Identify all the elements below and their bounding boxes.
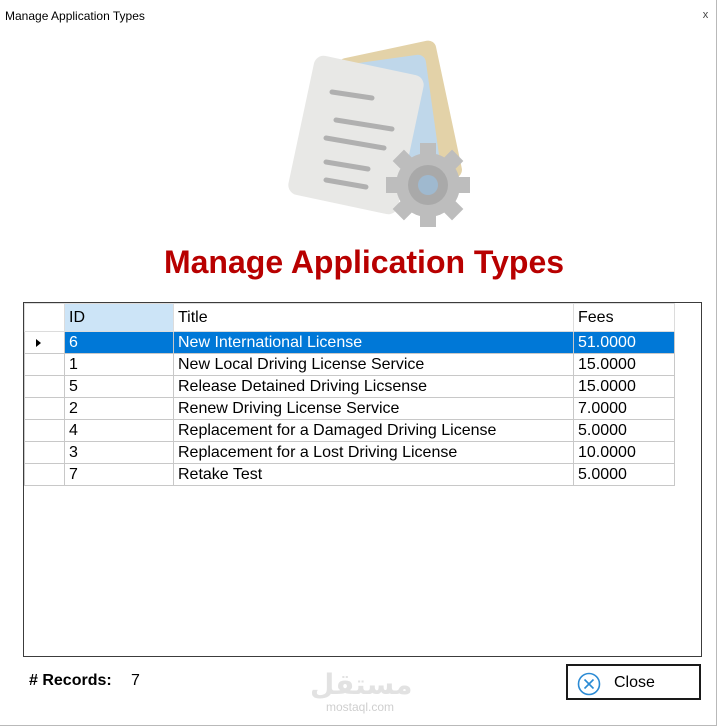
column-header-fees[interactable]: Fees [573, 303, 675, 332]
row-header[interactable] [24, 419, 65, 442]
row-header[interactable] [24, 331, 65, 354]
document-settings-icon [288, 40, 470, 227]
cell-id[interactable]: 6 [64, 331, 174, 354]
cell-fees[interactable]: 5.0000 [573, 463, 675, 486]
column-header-title[interactable]: Title [173, 303, 574, 332]
watermark-latin-text: mostaql.com [325, 700, 395, 714]
table-row[interactable]: 6 New International License 51.0000 [24, 331, 675, 354]
cell-title[interactable]: Replacement for a Damaged Driving Licens… [173, 419, 574, 442]
table-row[interactable]: 3 Replacement for a Lost Driving License… [24, 441, 675, 464]
row-header-corner [24, 303, 65, 332]
row-header[interactable] [24, 397, 65, 420]
column-header-id[interactable]: ID [64, 303, 174, 332]
manage-application-types-window: Manage Application Types x Manage Applic… [0, 0, 717, 726]
cell-fees[interactable]: 5.0000 [573, 419, 675, 442]
cell-title[interactable]: New International License [173, 331, 574, 354]
cell-fees[interactable]: 15.0000 [573, 375, 675, 398]
cell-title[interactable]: Release Detained Driving Licsense [173, 375, 574, 398]
table-row[interactable]: 1 New Local Driving License Service 15.0… [24, 353, 675, 376]
close-circle-icon [577, 672, 601, 696]
page-title: Manage Application Types [163, 244, 565, 280]
cell-fees[interactable]: 7.0000 [573, 397, 675, 420]
close-button-label: Close [614, 674, 655, 691]
records-count: 7 [131, 672, 140, 689]
window-title: Manage Application Types [5, 9, 145, 23]
cell-id[interactable]: 4 [64, 419, 174, 442]
table-row[interactable]: 7 Retake Test 5.0000 [24, 463, 675, 486]
row-header[interactable] [24, 463, 65, 486]
row-header[interactable] [24, 353, 65, 376]
table-row[interactable]: 2 Renew Driving License Service 7.0000 [24, 397, 675, 420]
cell-title[interactable]: Renew Driving License Service [173, 397, 574, 420]
watermark: مستقل mostaql.com [310, 668, 413, 716]
cell-id[interactable]: 3 [64, 441, 174, 464]
current-row-arrow-icon [36, 338, 41, 347]
row-header[interactable] [24, 375, 65, 398]
cell-title[interactable]: Retake Test [173, 463, 574, 486]
cell-id[interactable]: 5 [64, 375, 174, 398]
cell-id[interactable]: 7 [64, 463, 174, 486]
table-header-row: ID Title Fees [24, 303, 675, 332]
close-button[interactable]: Close [566, 664, 701, 700]
window-close-button[interactable]: x [697, 7, 714, 24]
cell-title[interactable]: New Local Driving License Service [173, 353, 574, 376]
table-row[interactable]: 4 Replacement for a Damaged Driving Lice… [24, 419, 675, 442]
application-types-table: ID Title Fees 6 New International Licens… [24, 303, 675, 486]
cell-fees[interactable]: 51.0000 [573, 331, 675, 354]
cell-fees[interactable]: 10.0000 [573, 441, 675, 464]
row-header[interactable] [24, 441, 65, 464]
watermark-arabic-text: مستقل [310, 669, 413, 700]
application-types-grid[interactable]: ID Title Fees 6 New International Licens… [23, 302, 702, 657]
cell-id[interactable]: 1 [64, 353, 174, 376]
cell-fees[interactable]: 15.0000 [573, 353, 675, 376]
table-row[interactable]: 5 Release Detained Driving Licsense 15.0… [24, 375, 675, 398]
cell-id[interactable]: 2 [64, 397, 174, 420]
cell-title[interactable]: Replacement for a Lost Driving License [173, 441, 574, 464]
records-label: # Records: [29, 672, 112, 689]
